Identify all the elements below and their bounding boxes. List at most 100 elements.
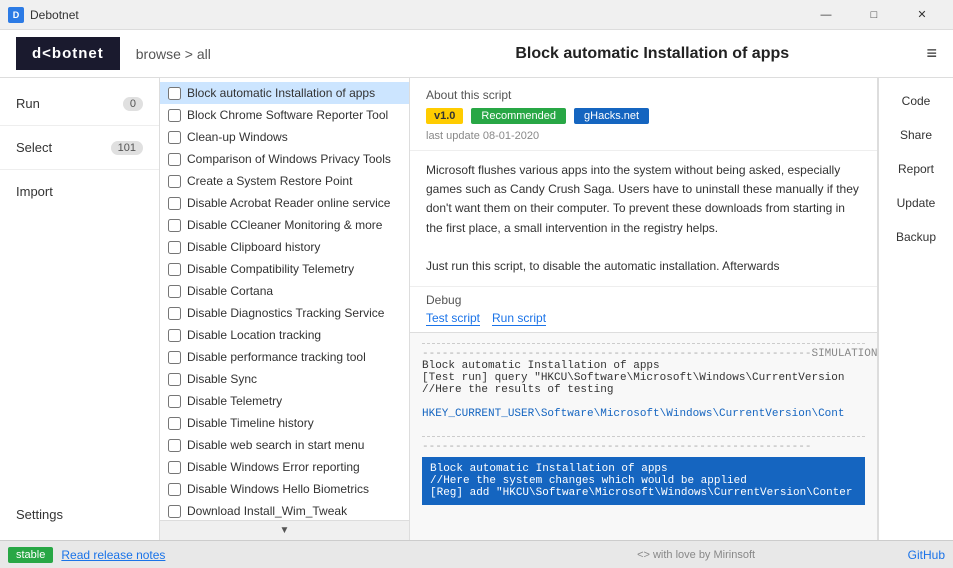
debug-line: //Here the results of testing: [422, 384, 865, 396]
list-item-label: Disable Telemetry: [187, 394, 282, 408]
list-item-checkbox[interactable]: [168, 417, 181, 430]
debug-label: Debug: [410, 287, 877, 309]
list-item-checkbox[interactable]: [168, 153, 181, 166]
list-item-label: Block Chrome Software Reporter Tool: [187, 108, 388, 122]
stable-badge: stable: [8, 547, 53, 563]
list-item-checkbox[interactable]: [168, 329, 181, 342]
list-item[interactable]: Disable Acrobat Reader online service: [160, 192, 409, 214]
share-button[interactable]: Share: [884, 120, 949, 150]
list-item[interactable]: Block automatic Installation of apps: [160, 82, 409, 104]
list-item[interactable]: Disable Timeline history: [160, 412, 409, 434]
backup-button[interactable]: Backup: [884, 222, 949, 252]
list-item[interactable]: Disable Compatibility Telemetry: [160, 258, 409, 280]
debug-section: Debug Test script Run script -----------…: [410, 286, 877, 540]
list-item-label: Disable Windows Error reporting: [187, 460, 360, 474]
detail-date: last update 08-01-2020: [426, 130, 861, 142]
list-item-label: Disable Acrobat Reader online service: [187, 196, 390, 210]
github-link[interactable]: GitHub: [908, 548, 945, 562]
list-item[interactable]: Disable performance tracking tool: [160, 346, 409, 368]
list-item-label: Disable Windows Hello Biometrics: [187, 482, 369, 496]
scroll-down-arrow[interactable]: ▼: [160, 520, 409, 540]
list-item-checkbox[interactable]: [168, 131, 181, 144]
list-item-checkbox[interactable]: [168, 87, 181, 100]
statusbar: stable Read release notes <> with love b…: [0, 540, 953, 568]
list-item-label: Disable Sync: [187, 372, 257, 386]
list-item-checkbox[interactable]: [168, 241, 181, 254]
minimize-button[interactable]: —: [803, 0, 849, 30]
list-item-label: Disable Timeline history: [187, 416, 314, 430]
release-notes-link[interactable]: Read release notes: [61, 548, 484, 562]
list-item[interactable]: Block Chrome Software Reporter Tool: [160, 104, 409, 126]
sidebar-settings-label: Settings: [16, 507, 63, 522]
list-item[interactable]: Disable Diagnostics Tracking Service: [160, 302, 409, 324]
list-item-checkbox[interactable]: [168, 483, 181, 496]
list-item-label: Clean-up Windows: [187, 130, 288, 144]
sidebar: Run 0 Select 101 Import Settings: [0, 78, 160, 540]
list-item-label: Disable Diagnostics Tracking Service: [187, 306, 384, 320]
script-list-panel: Block automatic Installation of apps Bloc…: [160, 78, 410, 540]
sidebar-divider-2: [0, 169, 159, 170]
list-item[interactable]: Disable CCleaner Monitoring & more: [160, 214, 409, 236]
list-item[interactable]: Disable Cortana: [160, 280, 409, 302]
list-item-checkbox[interactable]: [168, 351, 181, 364]
version-tag: v1.0: [426, 108, 463, 124]
list-item[interactable]: Comparison of Windows Privacy Tools: [160, 148, 409, 170]
list-item[interactable]: Create a System Restore Point: [160, 170, 409, 192]
debug-line: HKEY_CURRENT_USER\Software\Microsoft\Win…: [422, 408, 865, 420]
list-item[interactable]: Clean-up Windows: [160, 126, 409, 148]
list-item[interactable]: Disable Location tracking: [160, 324, 409, 346]
window-controls: — □ ✕: [803, 0, 945, 30]
debug-actions: Test script Run script: [410, 309, 877, 332]
list-item[interactable]: Disable Clipboard history: [160, 236, 409, 258]
page-title: Block automatic Installation of apps: [394, 45, 910, 63]
list-item[interactable]: Disable web search in start menu: [160, 434, 409, 456]
list-item-checkbox[interactable]: [168, 263, 181, 276]
detail-panel: About this script v1.0 Recommended gHack…: [410, 78, 878, 540]
sidebar-run-label: Run: [16, 96, 40, 111]
list-item-checkbox[interactable]: [168, 285, 181, 298]
list-item-checkbox[interactable]: [168, 395, 181, 408]
list-item-label: Disable Cortana: [187, 284, 273, 298]
update-button[interactable]: Update: [884, 188, 949, 218]
code-button[interactable]: Code: [884, 86, 949, 116]
list-item[interactable]: Disable Windows Hello Biometrics: [160, 478, 409, 500]
list-item-checkbox[interactable]: [168, 461, 181, 474]
navbar: d<botnet browse > all Block automatic In…: [0, 30, 953, 78]
list-item[interactable]: Disable Sync: [160, 368, 409, 390]
menu-button[interactable]: ≡: [910, 43, 953, 64]
list-item-label: Disable Location tracking: [187, 328, 321, 342]
sidebar-item-settings[interactable]: Settings: [0, 497, 159, 532]
titlebar: D Debotnet — □ ✕: [0, 0, 953, 30]
ghacks-tag[interactable]: gHacks.net: [574, 108, 649, 124]
list-item-checkbox[interactable]: [168, 505, 181, 518]
list-item[interactable]: Disable Windows Error reporting: [160, 456, 409, 478]
sidebar-item-run[interactable]: Run 0: [0, 86, 159, 121]
list-item-checkbox[interactable]: [168, 219, 181, 232]
report-button[interactable]: Report: [884, 154, 949, 184]
list-item-checkbox[interactable]: [168, 197, 181, 210]
close-button[interactable]: ✕: [899, 0, 945, 30]
list-item-label: Disable performance tracking tool: [187, 350, 366, 364]
sidebar-item-import[interactable]: Import: [0, 174, 159, 209]
list-item-label: Download Install_Wim_Tweak: [187, 504, 347, 518]
list-item-checkbox[interactable]: [168, 373, 181, 386]
actions-panel: Code Share Report Update Backup: [878, 78, 953, 540]
list-item-label: Disable CCleaner Monitoring & more: [187, 218, 382, 232]
test-script-link[interactable]: Test script: [426, 311, 480, 326]
debug-blue-block: Block automatic Installation of apps //H…: [422, 457, 865, 505]
breadcrumb: browse > all: [136, 46, 394, 62]
sidebar-item-select[interactable]: Select 101: [0, 130, 159, 165]
maximize-button[interactable]: □: [851, 0, 897, 30]
list-item[interactable]: Download Install_Wim_Tweak: [160, 500, 409, 520]
app-logo: d<botnet: [16, 37, 120, 70]
love-text: <> with love by Mirinsoft: [485, 549, 908, 561]
script-list: Block automatic Installation of apps Bloc…: [160, 78, 409, 520]
list-item-label: Comparison of Windows Privacy Tools: [187, 152, 391, 166]
list-item-label: Disable web search in start menu: [187, 438, 364, 452]
list-item-checkbox[interactable]: [168, 307, 181, 320]
list-item-checkbox[interactable]: [168, 439, 181, 452]
list-item-checkbox[interactable]: [168, 109, 181, 122]
run-script-link[interactable]: Run script: [492, 311, 546, 326]
list-item[interactable]: Disable Telemetry: [160, 390, 409, 412]
list-item-checkbox[interactable]: [168, 175, 181, 188]
